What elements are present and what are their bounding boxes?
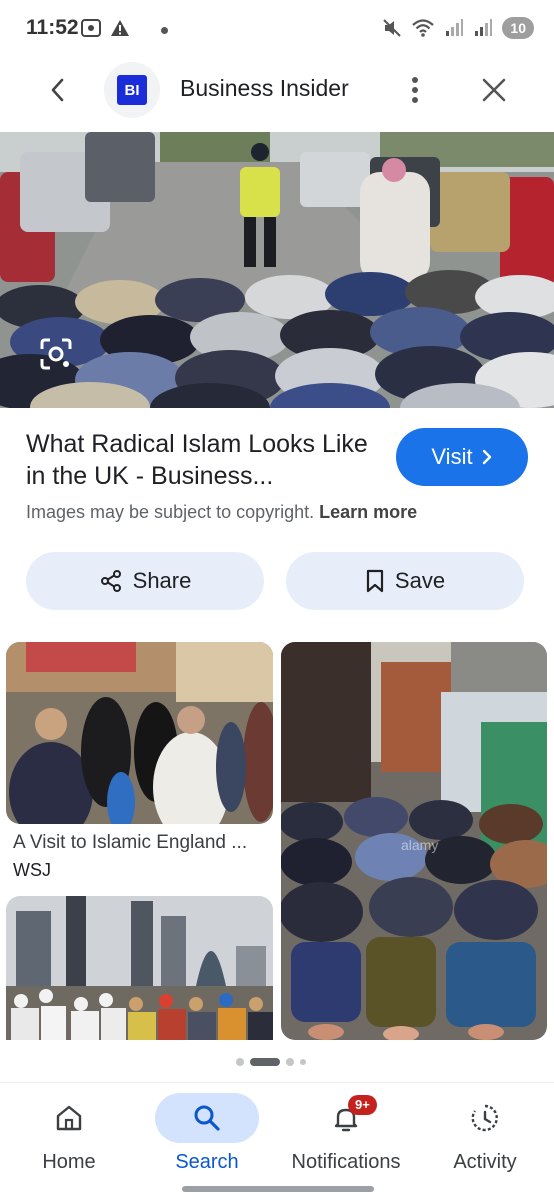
- carousel-pager: [236, 1058, 306, 1066]
- result-title[interactable]: What Radical Islam Looks Like in the UK …: [26, 428, 376, 492]
- warning-icon: [111, 20, 129, 36]
- home-icon: [56, 1105, 82, 1131]
- status-right-icons: 10: [382, 17, 534, 39]
- related-image-1[interactable]: [6, 642, 273, 824]
- related-title-1[interactable]: A Visit to Islamic England ...: [13, 832, 247, 854]
- nav-notifications-label: Notifications: [291, 1151, 401, 1173]
- pager-dot: [300, 1059, 306, 1065]
- related-image-1-graphic: [6, 642, 273, 824]
- share-label: Share: [132, 568, 192, 593]
- site-logo: BI: [104, 62, 160, 118]
- nav-search-label: Search: [175, 1151, 239, 1173]
- lens-icon: [40, 338, 72, 370]
- status-dot: [161, 27, 168, 34]
- learn-more-link[interactable]: Learn more: [319, 502, 417, 522]
- save-label: Save: [394, 568, 446, 593]
- search-icon: [194, 1105, 220, 1131]
- status-left-icons: [80, 18, 130, 38]
- battery-indicator: 10: [502, 17, 534, 39]
- mute-icon: [383, 19, 402, 37]
- site-logo-text: BI: [117, 75, 147, 105]
- pager-dot-active: [250, 1058, 280, 1066]
- status-time: 11:52: [26, 16, 79, 39]
- share-icon: [100, 570, 121, 592]
- close-button[interactable]: [476, 72, 512, 108]
- nav-home[interactable]: Home: [0, 1083, 138, 1183]
- bookmark-icon: [366, 569, 384, 593]
- share-button[interactable]: Share: [26, 552, 264, 610]
- nav-home-label: Home: [42, 1151, 96, 1173]
- notification-badge: 9+: [348, 1095, 377, 1115]
- pager-dot: [236, 1058, 244, 1066]
- visit-button[interactable]: Visit: [396, 428, 528, 486]
- related-image-3[interactable]: [6, 896, 273, 1040]
- wifi-icon: [412, 19, 435, 37]
- site-name: Business Insider: [180, 75, 349, 101]
- related-image-2[interactable]: alamy: [281, 642, 547, 1040]
- copyright-notice: Images may be subject to copyright. Lear…: [26, 502, 417, 523]
- status-bar: 11:52 10: [0, 0, 554, 60]
- bottom-navigation: Home Search 9+ Notifications Activity: [0, 1082, 554, 1200]
- close-icon: [482, 78, 506, 102]
- nav-search[interactable]: Search: [138, 1083, 276, 1183]
- more-vert-icon: [412, 77, 418, 103]
- related-image-2-graphic: alamy: [281, 642, 547, 1040]
- save-button[interactable]: Save: [286, 552, 524, 610]
- more-options-button[interactable]: [400, 72, 430, 108]
- pager-dot: [286, 1058, 294, 1066]
- page-header: BI Business Insider: [0, 60, 554, 120]
- screenshot-icon: [81, 19, 101, 37]
- signal-2-icon: [475, 19, 493, 36]
- visit-label: Visit: [431, 444, 473, 469]
- history-icon: [471, 1104, 498, 1132]
- back-arrow-icon: [51, 78, 64, 102]
- related-source-1: WSJ: [13, 860, 51, 880]
- nav-activity-label: Activity: [453, 1151, 517, 1173]
- google-lens-button[interactable]: [26, 332, 86, 376]
- back-button[interactable]: [40, 72, 76, 108]
- copyright-text: Images may be subject to copyright.: [26, 502, 315, 522]
- watermark-text: alamy: [401, 837, 438, 853]
- signal-icon: [446, 19, 464, 36]
- nav-notifications[interactable]: 9+ Notifications: [277, 1083, 415, 1183]
- home-indicator[interactable]: [182, 1186, 374, 1192]
- nav-activity[interactable]: Activity: [416, 1083, 554, 1183]
- related-image-3-graphic: [6, 896, 273, 1040]
- chevron-right-icon: [482, 449, 491, 465]
